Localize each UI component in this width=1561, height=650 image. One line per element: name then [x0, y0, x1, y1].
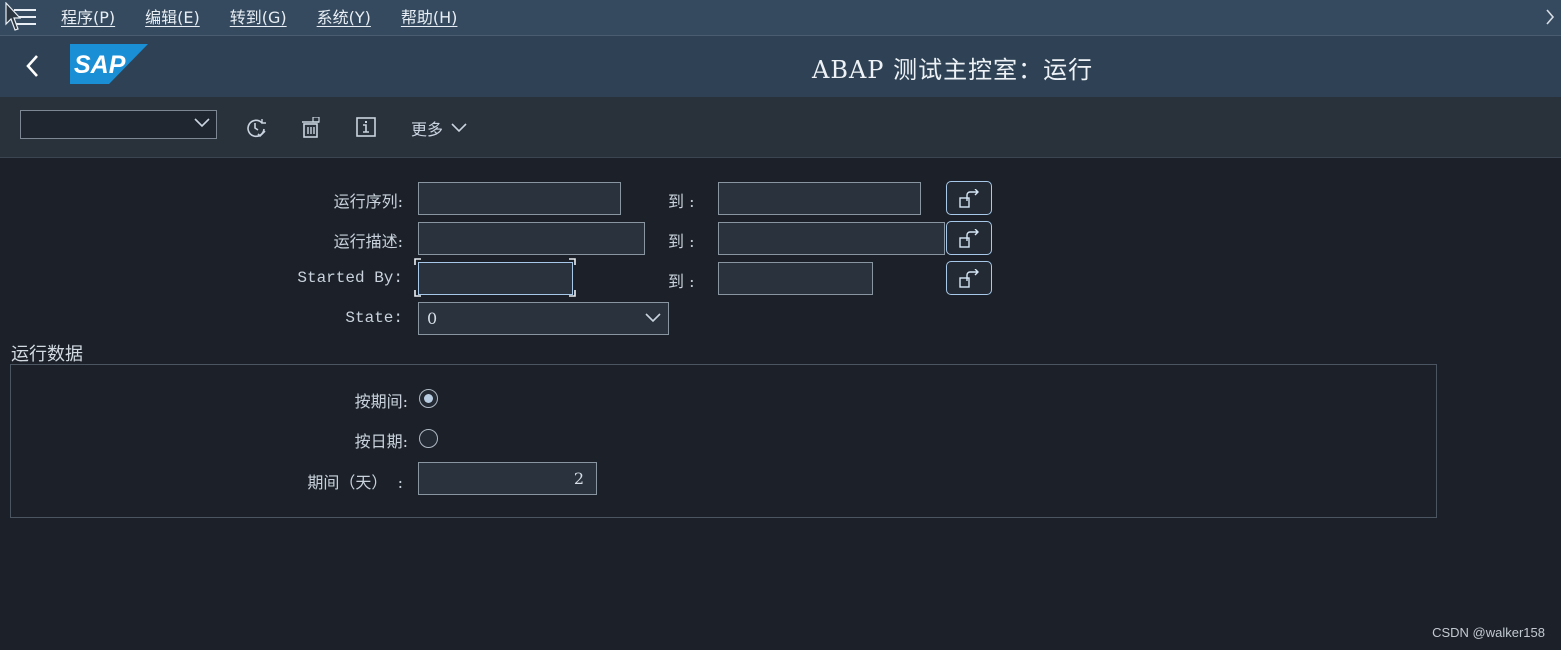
run-series-label: 运行序列:	[333, 192, 403, 211]
menu-help[interactable]: 帮助(H)	[401, 0, 458, 35]
by-date-radio[interactable]	[419, 429, 438, 448]
run-desc-to-label: 到 :	[668, 232, 695, 251]
chevron-down-icon	[451, 123, 467, 133]
run-series-multiple-selection-button[interactable]	[946, 181, 992, 215]
page-title: ABAP 测试主控室：运行	[812, 56, 1094, 84]
back-chevron-icon[interactable]	[24, 54, 40, 78]
period-days-label: 期间（天） :	[307, 473, 403, 492]
toolbar: 更多	[0, 97, 1561, 158]
watermark: CSDN @walker158	[1432, 625, 1545, 640]
svg-text:SAP: SAP	[74, 51, 126, 79]
menu-edit[interactable]: 编辑(E)	[145, 0, 200, 35]
state-label: State:	[345, 309, 403, 327]
menu-system[interactable]: 系统(Y)	[317, 0, 371, 35]
variant-select[interactable]	[20, 110, 217, 139]
by-period-radio[interactable]	[419, 389, 438, 408]
run-series-to-input[interactable]	[718, 182, 921, 215]
by-date-label: 按日期:	[354, 432, 408, 451]
run-desc-label: 运行描述:	[333, 232, 403, 251]
mouse-cursor-icon	[5, 2, 21, 31]
chevron-right-icon[interactable]	[1545, 9, 1555, 25]
chevron-down-icon	[194, 118, 210, 128]
started-by-to-input[interactable]	[718, 262, 873, 295]
chevron-down-icon	[645, 313, 661, 323]
state-select-value: 0	[427, 309, 438, 328]
multiple-selection-icon	[959, 269, 979, 288]
started-by-to-label: 到 :	[668, 272, 695, 291]
delete-variant-icon[interactable]	[300, 117, 322, 139]
run-series-to-label: 到 :	[668, 192, 695, 211]
multiple-selection-icon	[959, 229, 979, 248]
started-by-from-input[interactable]	[418, 262, 573, 295]
by-period-label: 按期间:	[354, 392, 408, 411]
run-desc-from-input[interactable]	[418, 222, 645, 255]
period-days-input[interactable]: 2	[418, 462, 597, 495]
started-by-label: Started By:	[297, 269, 403, 287]
run-desc-to-input[interactable]	[718, 222, 945, 255]
state-select[interactable]: 0	[418, 302, 669, 335]
more-label: 更多	[411, 120, 444, 139]
run-desc-multiple-selection-button[interactable]	[946, 221, 992, 255]
title-bar: SAP ABAP 测试主控室：运行	[0, 36, 1561, 97]
started-by-multiple-selection-button[interactable]	[946, 261, 992, 295]
run-data-group-title: 运行数据	[11, 344, 83, 365]
sap-logo: SAP	[70, 44, 148, 84]
run-series-from-input[interactable]	[418, 182, 621, 215]
history-clock-icon[interactable]	[245, 117, 267, 139]
menu-program[interactable]: 程序(P)	[61, 0, 115, 35]
info-icon[interactable]	[356, 117, 376, 137]
multiple-selection-icon	[959, 189, 979, 208]
run-data-group	[10, 364, 1437, 518]
menu-bar: 程序(P) 编辑(E) 转到(G) 系统(Y) 帮助(H)	[0, 0, 1561, 36]
menu-goto[interactable]: 转到(G)	[230, 0, 287, 35]
more-button[interactable]: 更多	[411, 116, 467, 140]
